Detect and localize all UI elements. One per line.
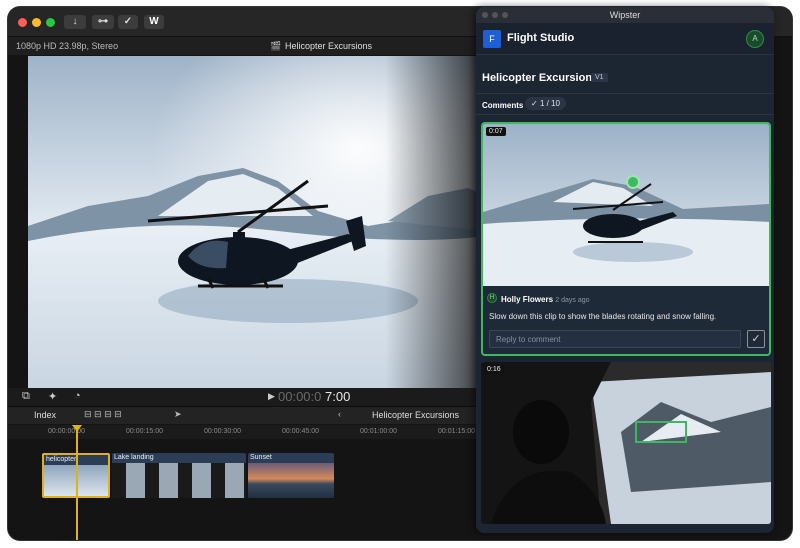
ruler-label: 00:01:00:00 <box>360 428 397 435</box>
play-icon[interactable]: ▶ <box>268 391 275 402</box>
check-icon: ✓ <box>531 99 540 108</box>
comment-author: Holly Flowers <box>501 295 554 304</box>
clip-thumbnail <box>248 463 334 498</box>
comment-count-badge[interactable]: ✓ 1 / 10 <box>525 97 566 110</box>
comment-frame <box>481 362 771 524</box>
wipster-title: Wipster <box>609 10 641 20</box>
index-button[interactable]: Index <box>34 410 56 420</box>
transform-icon[interactable]: ⧉ <box>22 390 30 403</box>
timeline[interactable]: helicopter Lake landing Sunset <box>8 439 486 540</box>
clip-lake-landing[interactable]: Lake landing <box>112 453 246 498</box>
clip-label: helicopter <box>46 456 77 463</box>
viewer-controls: ⧉ ✦ ◔ ▶ 00:00:0 7:00 <box>8 388 486 406</box>
author-line: Holly Flowers 2 days ago <box>501 295 590 304</box>
studio-name[interactable]: Flight Studio <box>507 32 574 44</box>
ruler-label: 00:00:15:00 <box>126 428 163 435</box>
wipster-extension-button[interactable]: W <box>144 15 164 29</box>
comment-frame <box>483 124 769 286</box>
comment-card[interactable]: 0:07 H Holly Flowers 2 days ago Slow dow… <box>481 122 771 356</box>
ruler-label: 00:01:15:00 <box>438 428 475 435</box>
close-icon[interactable] <box>482 12 488 18</box>
wipster-titlebar: Wipster <box>476 7 774 23</box>
edit-tools-icon[interactable]: ⊟ ⊟ ⊟ ⊟ <box>84 409 122 420</box>
comment-text: Slow down this clip to show the blades r… <box>489 312 717 321</box>
clip-label: Sunset <box>250 454 272 461</box>
comment-timestamp[interactable]: 0:16 <box>484 365 504 374</box>
minimize-icon[interactable] <box>492 12 498 18</box>
clip-sunset[interactable]: Sunset <box>248 453 334 498</box>
keyword-button[interactable]: ⊶ <box>92 15 114 29</box>
comment-count: 1 / 10 <box>539 99 560 108</box>
playhead[interactable] <box>76 425 78 540</box>
ruler-label: 00:00:00:00 <box>48 428 85 435</box>
select-tool-icon[interactable]: ➤ <box>174 409 182 420</box>
enhance-icon[interactable]: ✦ <box>48 390 57 403</box>
version-badge[interactable]: V1 <box>591 73 608 82</box>
clapper-icon: 🎬 <box>270 41 282 51</box>
wipster-header: F Flight Studio A <box>476 23 774 55</box>
timecode-dim: 00:00:0 <box>278 389 322 404</box>
comments-label: Comments <box>482 101 524 110</box>
timeline-header: Index ⊟ ⊟ ⊟ ⊟ ➤ ‹ Helicopter Excursions <box>8 406 486 424</box>
import-button[interactable]: ↓ <box>64 15 86 29</box>
speed-icon[interactable]: ◔ <box>74 390 81 402</box>
zoom-icon[interactable] <box>46 18 55 27</box>
ruler-label: 00:00:45:00 <box>282 428 319 435</box>
background-tasks-button[interactable]: ✓ <box>118 15 138 29</box>
studio-logo: F <box>483 30 501 48</box>
timeline-project[interactable]: Helicopter Excursions <box>372 410 459 420</box>
back-icon[interactable]: ‹ <box>338 409 341 419</box>
wipster-panel: Wipster F Flight Studio A Helicopter Exc… <box>476 7 774 533</box>
clip-label: Lake landing <box>114 454 154 461</box>
timecode: 7:00 <box>325 389 351 404</box>
video-viewer[interactable] <box>28 56 486 388</box>
author-avatar: H <box>487 293 497 303</box>
reply-input[interactable]: Reply to comment <box>489 330 741 348</box>
viewer-header: 1080p HD 23.98p, Stereo 🎬 Helicopter Exc… <box>8 37 486 55</box>
clip-thumbnail <box>112 463 246 498</box>
minimize-icon[interactable] <box>32 18 41 27</box>
comment-age: 2 days ago <box>555 297 590 304</box>
viewer-title: Helicopter Excursions <box>285 41 373 51</box>
comment-timestamp[interactable]: 0:07 <box>486 127 506 136</box>
comment-card[interactable]: 0:16 <box>481 362 771 524</box>
zoom-icon[interactable] <box>502 12 508 18</box>
avatar[interactable]: A <box>746 30 764 48</box>
resolve-check-icon[interactable]: ✓ <box>747 330 765 348</box>
ruler-label: 00:00:30:00 <box>204 428 241 435</box>
project-title: Helicopter Excursions <box>482 72 599 84</box>
format-label: 1080p HD 23.98p, Stereo <box>16 41 119 51</box>
close-icon[interactable] <box>18 18 27 27</box>
